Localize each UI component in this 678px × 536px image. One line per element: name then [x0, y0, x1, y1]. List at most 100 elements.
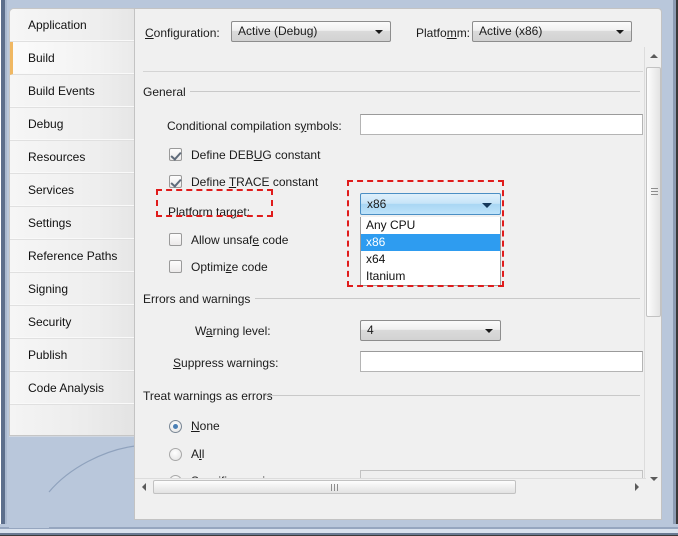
- pt-b: et:: [236, 205, 251, 219]
- sidebar-item-resources[interactable]: Resources: [10, 141, 134, 174]
- sidebar-item-build[interactable]: Build: [10, 42, 134, 75]
- au-b: code: [259, 233, 289, 247]
- configuration-row: Configuration: Active (Debug) Platfomm: …: [135, 9, 661, 61]
- scroll-left-button[interactable]: [135, 479, 152, 495]
- horizontal-scrollbar[interactable]: [135, 478, 646, 495]
- scrollbar-grip-icon: [651, 188, 658, 196]
- suppress-warnings-input[interactable]: [360, 351, 643, 372]
- vertical-scrollbar[interactable]: [644, 47, 661, 487]
- allow-unsafe-checkbox[interactable]: [169, 233, 182, 246]
- platform-target-label: Platform target:: [168, 205, 251, 219]
- platform-value: Active (x86): [479, 24, 543, 38]
- errors-warnings-heading: Errors and warnings: [143, 292, 251, 306]
- pt-a: Platform tar: [168, 205, 231, 219]
- sidebar-item-publish[interactable]: Publish: [10, 339, 134, 372]
- platform-target-option-itanium[interactable]: Itanium: [361, 268, 500, 285]
- sidebar-item-debug[interactable]: Debug: [10, 108, 134, 141]
- chevron-down-icon: [485, 329, 493, 333]
- wl-a: W: [195, 324, 206, 338]
- platform-target-combobox[interactable]: x86: [360, 193, 501, 215]
- dt-b: RACE constant: [236, 175, 319, 189]
- sidebar-item-security[interactable]: Security: [10, 306, 134, 339]
- chevron-down-icon: [616, 30, 624, 34]
- platform-target-option-x64[interactable]: x64: [361, 251, 500, 268]
- dd-a: Define DEB: [191, 148, 254, 162]
- warning-level-value: 4: [367, 323, 374, 337]
- chevron-down-icon: [482, 203, 492, 208]
- define-trace-checkbox[interactable]: [169, 175, 182, 188]
- dt-a: Define: [191, 175, 229, 189]
- optimize-label: Optimize code: [191, 260, 268, 274]
- window-frame-top: [0, 0, 678, 5]
- configuration-combobox[interactable]: Active (Debug): [231, 21, 391, 42]
- properties-window: Application Build Build Events Debug Res…: [0, 0, 678, 536]
- sidebar-item-label: Resources: [28, 150, 86, 164]
- platform-label-b: m:: [456, 26, 471, 40]
- warning-level-combobox[interactable]: 4: [360, 320, 501, 341]
- cs-a: Conditional compilation s: [167, 119, 301, 133]
- sidebar-item-label: Code Analysis: [28, 381, 105, 395]
- define-debug-label: Define DEBUG constant: [191, 148, 321, 162]
- define-trace-label: Define TRACE constant: [191, 175, 319, 189]
- scrollbar-grip-icon: [330, 484, 339, 491]
- sidebar-tab-strip: Application Build Build Events Debug Res…: [9, 8, 135, 436]
- sidebar-item-label: Services: [28, 183, 75, 197]
- scroll-down-button[interactable]: [645, 470, 661, 487]
- configuration-label-rest: onfiguration:: [153, 26, 220, 40]
- platform-target-option-x86[interactable]: x86: [361, 234, 500, 251]
- treat-warnings-rule: [265, 395, 640, 396]
- horizontal-scrollbar-thumb[interactable]: [153, 480, 516, 494]
- oc-b: e code: [231, 260, 268, 274]
- scroll-left-arrow-icon: [142, 483, 146, 491]
- oc-a: Optimi: [191, 260, 226, 274]
- platform-combobox[interactable]: Active (x86): [472, 21, 632, 42]
- sidebar-taper-decoration: [9, 436, 135, 528]
- sidebar-item-label: Settings: [28, 216, 72, 230]
- scroll-down-arrow-icon: [650, 477, 658, 481]
- sidebar-item-label: Application: [28, 18, 87, 32]
- conditional-symbols-input[interactable]: [360, 114, 643, 135]
- vertical-scrollbar-thumb[interactable]: [646, 67, 661, 317]
- config-divider: [143, 71, 643, 72]
- window-frame-right: [669, 0, 678, 536]
- cs-b: mbols:: [306, 119, 342, 133]
- platform-target-option-list[interactable]: Any CPU x86 x64 Itanium: [360, 217, 501, 286]
- sw-a: uppress warnings:: [181, 356, 279, 370]
- radio-all[interactable]: [169, 448, 182, 461]
- radio-none-label: None: [191, 419, 220, 433]
- configuration-value: Active (Debug): [238, 24, 318, 38]
- sidebar-item-label: Build Events: [28, 84, 95, 98]
- allow-unsafe-label: Allow unsafe code: [191, 233, 289, 247]
- configuration-label: Configuration:: [145, 26, 220, 40]
- sidebar-item-build-events[interactable]: Build Events: [10, 75, 134, 108]
- build-settings-panel: Configuration: Active (Debug) Platfomm: …: [134, 8, 662, 520]
- radio-none[interactable]: [169, 420, 182, 433]
- optimize-checkbox[interactable]: [169, 260, 182, 273]
- sidebar-item-label: Build: [28, 51, 55, 65]
- scroll-right-arrow-icon: [635, 483, 639, 491]
- sidebar-item-settings[interactable]: Settings: [10, 207, 134, 240]
- conditional-symbols-label: Conditional compilation symbols:: [167, 119, 342, 133]
- scroll-up-arrow-icon: [650, 54, 658, 58]
- dd-b: G constant: [262, 148, 321, 162]
- sidebar-item-label: Signing: [28, 282, 69, 296]
- ra-a: A: [191, 447, 200, 461]
- au-a: Allow unsaf: [191, 233, 253, 247]
- sidebar-item-signing[interactable]: Signing: [10, 273, 134, 306]
- scroll-up-button[interactable]: [645, 47, 661, 64]
- platform-label: Platfomm:: [416, 26, 471, 40]
- platform-target-option-any-cpu[interactable]: Any CPU: [361, 217, 500, 234]
- general-group-rule: [190, 91, 640, 92]
- define-debug-checkbox[interactable]: [169, 148, 182, 161]
- sidebar-item-reference-paths[interactable]: Reference Paths: [10, 240, 134, 273]
- sidebar-item-code-analysis[interactable]: Code Analysis: [10, 372, 134, 405]
- sidebar-item-application[interactable]: Application: [10, 9, 134, 42]
- sidebar-item-label: Publish: [28, 348, 68, 362]
- wl-b: rning level:: [212, 324, 271, 338]
- radio-all-label: All: [191, 447, 205, 461]
- option-label: Any CPU: [366, 218, 416, 232]
- sidebar-item-label: Debug: [28, 117, 64, 131]
- errors-warnings-rule: [255, 298, 640, 299]
- scroll-right-button[interactable]: [629, 479, 646, 495]
- sidebar-item-services[interactable]: Services: [10, 174, 134, 207]
